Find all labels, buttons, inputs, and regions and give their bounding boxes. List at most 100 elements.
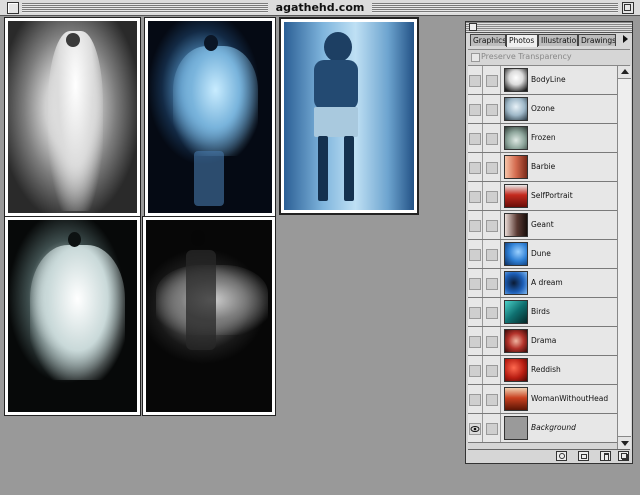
photo-ghost-blue[interactable] [144, 17, 276, 217]
palette-title-bar[interactable] [466, 22, 632, 33]
trash-icon[interactable] [600, 451, 611, 461]
photo-ghost-grey[interactable] [142, 216, 276, 416]
figure-head [324, 32, 352, 62]
layer-row[interactable]: Dune [468, 240, 617, 269]
layer-thumbnail [504, 97, 528, 121]
figure-body [186, 250, 216, 350]
layer-row[interactable]: WomanWithoutHead [468, 385, 617, 414]
eye-icon[interactable] [469, 423, 481, 435]
photo-image [284, 22, 414, 210]
link-toggle[interactable] [486, 133, 498, 145]
layer-thumbnail [504, 329, 528, 353]
layer-thumbnail [504, 155, 528, 179]
link-toggle[interactable] [486, 336, 498, 348]
visibility-toggle[interactable] [469, 133, 481, 145]
photo-woman-standing-blue[interactable] [279, 17, 419, 215]
visibility-toggle[interactable] [469, 336, 481, 348]
photo-image [146, 220, 272, 412]
link-toggle[interactable] [486, 278, 498, 290]
link-toggle[interactable] [486, 220, 498, 232]
layer-list-scrollbar[interactable] [617, 66, 631, 449]
layer-row[interactable]: Frozen [468, 124, 617, 153]
visibility-toggle[interactable] [469, 307, 481, 319]
window-title: agathehd.com [267, 1, 373, 14]
layer-thumbnail [504, 271, 528, 295]
layer-row[interactable]: Barbie [468, 153, 617, 182]
layer-row-background[interactable]: Background [468, 414, 617, 443]
palette-menu-arrow-icon[interactable] [623, 35, 628, 43]
link-toggle[interactable] [486, 423, 498, 435]
layer-thumbnail [504, 242, 528, 266]
photo-image [8, 220, 137, 412]
ghost-figure [30, 245, 125, 380]
new-layer-icon[interactable] [578, 451, 589, 461]
palette-tabs: Graphics Photos Illustrations Drawings [470, 34, 620, 47]
layer-thumbnail [504, 387, 528, 411]
link-toggle[interactable] [486, 394, 498, 406]
link-toggle[interactable] [486, 191, 498, 203]
figure-right-boot [344, 136, 354, 201]
layer-list: BodyLine Ozone Frozen Barbie SelfPortrai… [468, 66, 617, 443]
layer-row[interactable]: Birds [468, 298, 617, 327]
scroll-down-arrow-icon[interactable] [618, 436, 631, 449]
layers-palette[interactable]: Graphics Photos Illustrations Drawings P… [465, 21, 633, 464]
photo-ghost-white[interactable] [4, 17, 141, 217]
tab-drawings[interactable]: Drawings [578, 34, 616, 46]
visibility-toggle[interactable] [469, 191, 481, 203]
layer-thumbnail [504, 416, 528, 440]
preserve-transparency-row: Preserve Transparency [468, 49, 630, 66]
tab-photos[interactable]: Photos [506, 34, 538, 47]
zoom-box-icon[interactable] [622, 2, 634, 14]
visibility-toggle[interactable] [469, 220, 481, 232]
visibility-toggle[interactable] [469, 75, 481, 87]
layer-name: SelfPortrait [531, 191, 573, 200]
ghost-figure [48, 31, 103, 211]
visibility-toggle[interactable] [469, 162, 481, 174]
link-toggle[interactable] [486, 307, 498, 319]
layer-row[interactable]: BodyLine [468, 66, 617, 95]
link-toggle[interactable] [486, 249, 498, 261]
scroll-up-arrow-icon[interactable] [618, 66, 631, 79]
figure-legs [194, 151, 224, 206]
preserve-transparency-checkbox[interactable] [471, 53, 480, 62]
layer-row[interactable]: SelfPortrait [468, 182, 617, 211]
layer-name: WomanWithoutHead [531, 394, 609, 403]
window-title-bar[interactable]: agathehd.com [0, 0, 640, 16]
layer-name: Frozen [531, 133, 556, 142]
ghost-figure [173, 46, 258, 156]
layer-row[interactable]: Geant [468, 211, 617, 240]
layer-row[interactable]: A dream [468, 269, 617, 298]
layer-row[interactable]: Reddish [468, 356, 617, 385]
figure-head [191, 230, 205, 246]
layer-thumbnail [504, 184, 528, 208]
duplicate-layer-icon[interactable] [618, 451, 629, 461]
tab-illustrations[interactable]: Illustrations [538, 34, 578, 46]
photo-ghost-cyan[interactable] [4, 216, 141, 416]
figure-skirt [314, 107, 358, 137]
link-toggle[interactable] [486, 162, 498, 174]
figure-head [68, 232, 81, 247]
figure-head [204, 35, 218, 51]
figure-left-boot [318, 136, 328, 201]
link-toggle[interactable] [486, 104, 498, 116]
layer-thumbnail [504, 300, 528, 324]
visibility-toggle[interactable] [469, 394, 481, 406]
figure-head [66, 33, 80, 47]
link-toggle[interactable] [486, 365, 498, 377]
tab-graphics[interactable]: Graphics [470, 34, 506, 46]
visibility-toggle[interactable] [469, 278, 481, 290]
link-toggle[interactable] [486, 75, 498, 87]
layer-thumbnail [504, 68, 528, 92]
layer-name: Birds [531, 307, 550, 316]
layer-row[interactable]: Ozone [468, 95, 617, 124]
layer-name: Dune [531, 249, 551, 258]
visibility-toggle[interactable] [469, 104, 481, 116]
layer-name: BodyLine [531, 75, 566, 84]
visibility-toggle[interactable] [469, 249, 481, 261]
visibility-toggle[interactable] [469, 365, 481, 377]
layer-row[interactable]: Drama [468, 327, 617, 356]
layer-mask-icon[interactable] [556, 451, 567, 461]
layer-thumbnail [504, 126, 528, 150]
palette-close-icon[interactable] [469, 23, 477, 31]
photo-image [8, 21, 137, 213]
